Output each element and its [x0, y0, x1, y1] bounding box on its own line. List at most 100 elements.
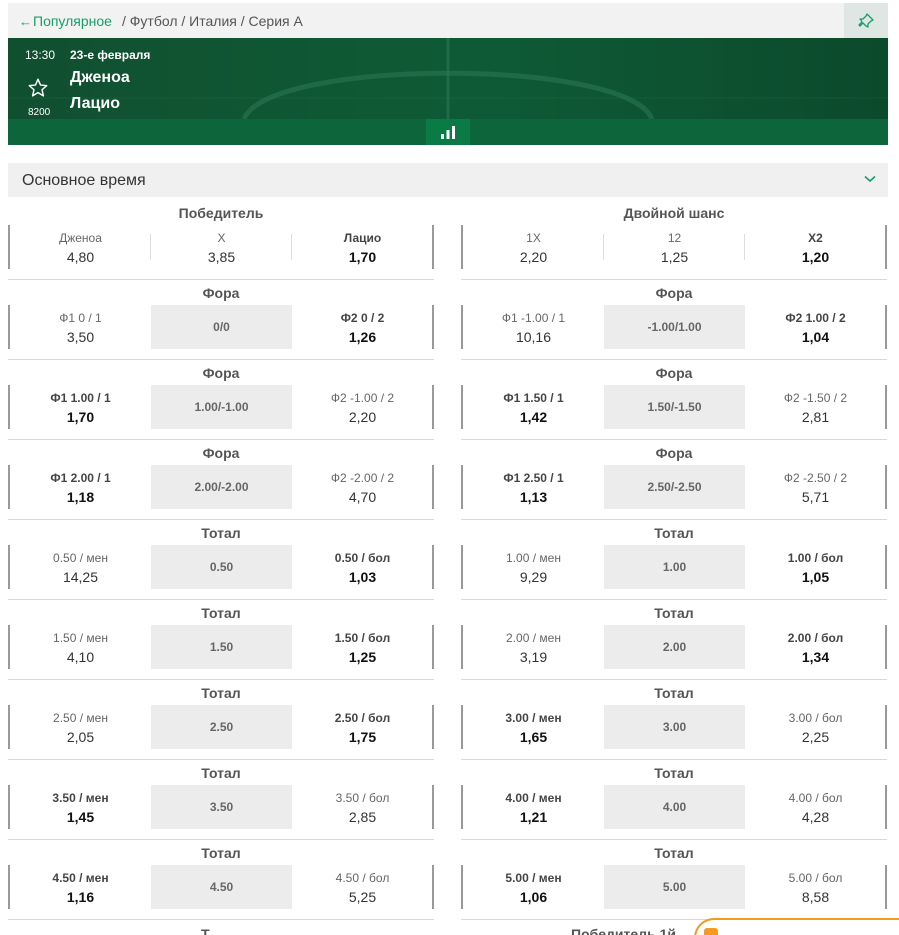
chevron-down-icon [864, 175, 876, 183]
odds-cell[interactable]: Ф1 -1.00 / 1 10,16 [463, 305, 604, 349]
match-header: 13:30 23-е февраля Дженоа Лацио 8200 [8, 38, 888, 145]
odds-cell[interactable]: 4.00 / мен 1,21 [463, 785, 604, 829]
odds-cell[interactable]: 3.00 / мен 1,65 [463, 705, 604, 749]
odds-cell[interactable]: 2.00 / бол 1,34 [745, 625, 886, 669]
odds-value: 3,19 [519, 649, 548, 665]
odds-cell[interactable]: 2.50 / мен 2,05 [10, 705, 151, 749]
market-block: Фора Ф1 2.50 / 1 1,13 2.50/-2.50 Ф2 -2.50 / … [461, 440, 887, 520]
odds-cell[interactable]: Ф2 -2.50 / 2 5,71 [745, 465, 886, 509]
odds-value: 1,06 [519, 889, 548, 905]
handicap-line: -1.00/1.00 [604, 305, 745, 349]
handicap-line-label: 1.50/-1.50 [647, 400, 702, 414]
odds-cell[interactable]: Ф1 2.00 / 1 1,18 [10, 465, 151, 509]
market-block: Тотал 2.00 / мен 3,19 2.00 2.00 / бол 1,34 [461, 600, 887, 680]
market-block: Двойной шанс 1X 2,20 12 1,25 X2 1,20 [461, 200, 887, 280]
back-link-label: Популярное [33, 13, 112, 29]
odds-value: 2,05 [66, 729, 95, 745]
market-block: Тотал 4.50 / мен 1,16 4.50 4.50 / бол 5,25 [8, 840, 434, 920]
cut-market-title-left: Т [201, 926, 210, 935]
odds-cell[interactable]: Ф1 1.00 / 1 1,70 [10, 385, 151, 429]
odds-cell[interactable]: 3.00 / бол 2,25 [745, 705, 886, 749]
odds-label: Ф2 -1.00 / 2 [330, 391, 395, 405]
handicap-line: 5.00 [604, 865, 745, 909]
match-date: 23-е февраля [70, 48, 151, 62]
odds-value: 1,13 [519, 489, 548, 505]
chat-widget[interactable] [694, 918, 899, 935]
favorite-star-icon[interactable] [27, 77, 49, 99]
odds-cell[interactable]: 12 1,25 [603, 225, 745, 269]
market-title: Фора [202, 445, 240, 461]
odds-label: Ф1 2.00 / 1 [50, 471, 111, 485]
odds-cell[interactable]: 1.00 / мен 9,29 [463, 545, 604, 589]
odds-cell[interactable]: 5.00 / мен 1,06 [463, 865, 604, 909]
odds-value: 1,65 [519, 729, 548, 745]
section-main-time[interactable]: Основное время [8, 163, 888, 197]
market-title: Фора [655, 365, 693, 381]
odds-value: 3,85 [207, 249, 236, 265]
odds-cell[interactable]: 1X 2,20 [463, 225, 604, 269]
odds-label: Ф2 -2.00 / 2 [330, 471, 395, 485]
market-block: Тотал 3.50 / мен 1,45 3.50 3.50 / бол 2,85 [8, 760, 434, 840]
odds-cell[interactable]: Ф1 1.50 / 1 1,42 [463, 385, 604, 429]
handicap-line: 0/0 [151, 305, 292, 349]
odds-label: 1.00 / бол [787, 551, 844, 565]
market-title: Тотал [201, 765, 241, 781]
odds-cell[interactable]: Ф1 2.50 / 1 1,13 [463, 465, 604, 509]
odds-cell[interactable]: 1.50 / бол 1,25 [292, 625, 433, 669]
odds-cell[interactable]: 0.50 / бол 1,03 [292, 545, 433, 589]
market-block: Тотал 1.50 / мен 4,10 1.50 1.50 / бол 1,25 [8, 600, 434, 680]
odds-cell[interactable]: 3.50 / бол 2,85 [292, 785, 433, 829]
odds-cell[interactable]: 2.00 / мен 3,19 [463, 625, 604, 669]
odds-cell[interactable]: Дженоа 4,80 [10, 225, 151, 269]
odds-label: Ф2 -1.50 / 2 [783, 391, 848, 405]
odds-value: 5,71 [801, 489, 830, 505]
odds-cell[interactable]: Ф1 0 / 1 3,50 [10, 305, 151, 349]
odds-cell[interactable]: 2.50 / бол 1,75 [292, 705, 433, 749]
home-team[interactable]: Дженоа [70, 69, 130, 87]
odds-label: 3.50 / бол [335, 791, 390, 805]
pin-button[interactable] [844, 3, 888, 38]
odds-cell[interactable]: X 3,85 [150, 225, 292, 269]
odds-label: 4.00 / мен [505, 791, 562, 805]
odds-cell[interactable]: Ф2 -1.50 / 2 2,81 [745, 385, 886, 429]
odds-cell[interactable]: X2 1,20 [744, 225, 886, 269]
market-title: Тотал [201, 525, 241, 541]
odds-cell[interactable]: 1.00 / бол 1,05 [745, 545, 886, 589]
statistics-button[interactable] [426, 119, 470, 145]
odds-cell[interactable]: 3.50 / мен 1,45 [10, 785, 151, 829]
odds-cell[interactable]: 5.00 / бол 8,58 [745, 865, 886, 909]
odds-value: 9,29 [519, 569, 548, 585]
odds-value: 14,25 [62, 569, 99, 585]
market-title: Фора [202, 285, 240, 301]
handicap-line: 2.00/-2.00 [151, 465, 292, 509]
odds-cell[interactable]: Ф2 0 / 2 1,26 [292, 305, 433, 349]
handicap-line-label: 0/0 [213, 320, 230, 334]
away-team[interactable]: Лацио [70, 95, 120, 113]
odds-cell[interactable]: 4.50 / мен 1,16 [10, 865, 151, 909]
odds-value: 1,45 [66, 809, 95, 825]
odds-label: 2.50 / мен [53, 711, 108, 725]
odds-label: 2.50 / бол [334, 711, 391, 725]
odds-cell[interactable]: Ф2 -1.00 / 2 2,20 [292, 385, 433, 429]
odds-label: 0.50 / бол [334, 551, 391, 565]
odds-cell[interactable]: 1.50 / мен 4,10 [10, 625, 151, 669]
odds-cell[interactable]: 0.50 / мен 14,25 [10, 545, 151, 589]
market-title: Фора [655, 285, 693, 301]
odds-label: Ф1 0 / 1 [59, 311, 102, 325]
market-title: Тотал [654, 685, 694, 701]
odds-label: 2.00 / мен [506, 631, 561, 645]
odds-cell[interactable]: 4.00 / бол 4,28 [745, 785, 886, 829]
odds-value: 1,04 [801, 329, 830, 345]
back-link[interactable]: ←Популярное [19, 13, 112, 29]
odds-cell[interactable]: Ф2 -2.00 / 2 4,70 [292, 465, 433, 509]
odds-cell[interactable]: 4.50 / бол 5,25 [292, 865, 433, 909]
chat-icon[interactable] [704, 928, 718, 935]
odds-label: 1X [526, 231, 541, 245]
odds-cell[interactable]: Ф2 1.00 / 2 1,04 [745, 305, 886, 349]
event-id: 8200 [28, 107, 51, 118]
odds-cell[interactable]: Лацио 1,70 [291, 225, 433, 269]
bar-chart-icon [441, 126, 455, 139]
odds-value: 8,58 [801, 889, 830, 905]
top-bar: ←Популярное / Футбол / Италия / Серия А [8, 3, 888, 38]
odds-label: 0.50 / мен [53, 551, 108, 565]
